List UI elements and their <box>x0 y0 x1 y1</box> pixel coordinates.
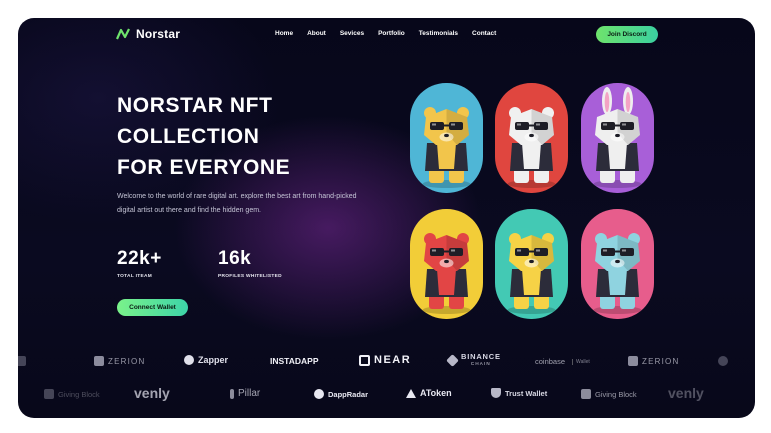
hero-title: NORSTAR NFT COLLECTION FOR EVERYONE <box>117 90 290 183</box>
join-discord-button[interactable]: Join Discord <box>596 26 658 43</box>
nft-card[interactable] <box>410 209 483 319</box>
partner-logo <box>18 356 26 366</box>
stat-label: TOTAL ITEAM <box>117 274 153 279</box>
partner-logo-pillar: Pillar <box>230 388 260 399</box>
hero-title-line: NORSTAR NFT <box>117 94 273 117</box>
partner-name: BINANCE <box>461 352 501 361</box>
partner-name: DappRadar <box>328 389 369 399</box>
nft-image <box>410 209 483 319</box>
binance-icon <box>446 353 459 367</box>
hero-description: Welcome to the world of rare digital art… <box>117 193 357 214</box>
hero-title-line: COLLECTION <box>117 125 260 148</box>
partner-name: Pillar <box>238 388 261 399</box>
giving-block-icon <box>581 389 591 399</box>
giving-block-icon <box>44 389 54 399</box>
partner-logo-trust-wallet: Trust Wallet <box>491 388 547 398</box>
partner-logo-zapper: Zapper <box>184 355 228 365</box>
stat-value: 16k <box>218 248 252 269</box>
zerion-icon <box>94 356 104 366</box>
nav-menu: Home About Sevices Portfolio Testimonial… <box>275 30 496 37</box>
partner-name: coinbase <box>535 357 566 366</box>
partner-name: INSTADAPP <box>270 356 319 366</box>
nft-card[interactable] <box>495 83 568 193</box>
partner-logo-venly: venly <box>134 385 170 401</box>
partner-subname: CHAIN <box>470 361 491 366</box>
partner-logo-zerion: ZERION <box>628 356 679 366</box>
nft-image <box>495 83 568 193</box>
partner-name: NEAR <box>374 354 412 366</box>
logo-text: Norstar <box>136 27 181 41</box>
dappradar-icon <box>314 389 324 399</box>
near-icon <box>359 354 370 366</box>
nav-link-home[interactable]: Home <box>275 30 293 37</box>
stat-profiles-whitelisted: 16k PROFILES WHITELISTED <box>218 248 282 279</box>
nft-image <box>581 209 654 319</box>
partner-subname: Wallet <box>572 358 590 365</box>
partner-logo-zerion: ZERION <box>94 356 145 366</box>
nft-card[interactable] <box>495 209 568 319</box>
partner-logo <box>718 356 728 366</box>
nav-link-about[interactable]: About <box>307 30 326 37</box>
partner-name: venly <box>668 385 704 401</box>
page-frame: Norstar Home About Sevices Portfolio Tes… <box>18 18 755 418</box>
partner-logo-binance: BINANCE CHAIN <box>446 352 501 367</box>
pillar-icon <box>230 388 234 399</box>
nft-card[interactable] <box>410 83 483 193</box>
nav-link-portfolio[interactable]: Portfolio <box>378 30 405 37</box>
partner-name: Giving Block <box>58 389 100 399</box>
nft-image <box>581 83 654 193</box>
nav-link-testimonials[interactable]: Testimonials <box>419 30 458 37</box>
navbar: Norstar Home About Sevices Portfolio Tes… <box>18 18 755 52</box>
logo[interactable]: Norstar <box>116 27 180 41</box>
trust-wallet-icon <box>491 388 501 398</box>
partner-logo-near: NEAR <box>359 354 411 366</box>
partner-logo-giving-block: Giving Block <box>44 389 100 399</box>
partner-name: venly <box>134 385 170 401</box>
brand-icon <box>718 356 728 366</box>
stat-label: PROFILES WHITELISTED <box>218 274 282 279</box>
partner-name: ZERION <box>108 356 146 366</box>
partner-logo-coinbase: coinbase Wallet <box>535 357 590 366</box>
partner-name: AToken <box>420 388 452 398</box>
hero-title-line: FOR EVERYONE <box>117 156 291 179</box>
stat-total-items: 22k+ TOTAL ITEAM <box>117 248 162 279</box>
zerion-icon <box>628 356 638 366</box>
partner-logos-row: Giving Block venly Pillar DappRadar ATok… <box>18 385 755 405</box>
partner-logos-row: ZERION Zapper INSTADAPP NEAR BINANCE CHA… <box>18 353 755 373</box>
zapper-icon <box>184 355 194 365</box>
partner-name: Giving Block <box>595 389 637 399</box>
connect-wallet-button[interactable]: Connect Wallet <box>117 299 188 316</box>
partner-name: Zapper <box>198 355 229 365</box>
nft-card[interactable] <box>581 83 654 193</box>
brand-icon <box>18 356 26 366</box>
nft-image <box>495 209 568 319</box>
nav-link-services[interactable]: Sevices <box>340 30 364 37</box>
partner-name: Trust Wallet <box>505 388 548 398</box>
norstar-logo-icon <box>116 28 130 40</box>
nft-image <box>410 83 483 193</box>
partner-logo-dappradar: DappRadar <box>314 389 368 399</box>
partner-logo-atoken: AToken <box>406 388 452 398</box>
partner-logo-giving-block: Giving Block <box>581 389 637 399</box>
nft-card[interactable] <box>581 209 654 319</box>
partner-logo-instadapp: INSTADAPP <box>270 356 319 366</box>
nav-link-contact[interactable]: Contact <box>472 30 496 37</box>
partner-name: ZERION <box>642 356 680 366</box>
stat-value: 22k+ <box>117 248 162 269</box>
atoken-icon <box>406 388 416 398</box>
partner-logo-venly: venly <box>668 385 704 401</box>
